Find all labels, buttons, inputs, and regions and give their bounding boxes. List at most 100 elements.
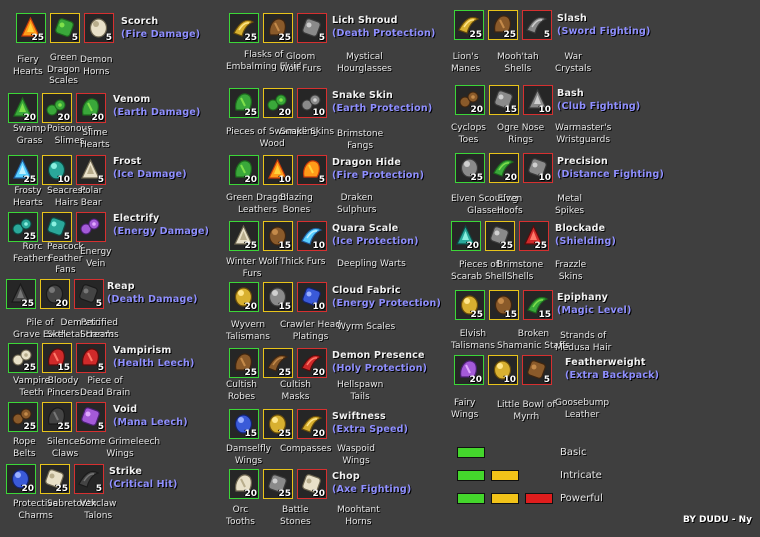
vampire-teeth-slot: 25: [8, 343, 38, 373]
imbuement-title: Electrify: [113, 213, 160, 224]
legend-powerful-bar-3: [525, 493, 553, 504]
item-count: 15: [278, 241, 291, 251]
silencer-claws-slot: 25: [42, 402, 72, 432]
item-count: 25: [57, 422, 70, 432]
moohtah-shells-slot: 25: [488, 10, 518, 40]
imbuement-subtitle: (Fire Protection): [332, 170, 425, 181]
energy-vein-slot: [76, 212, 106, 242]
green-dragon-scales-slot: 5: [50, 13, 80, 43]
imbuement-title: Cloud Fabric: [332, 285, 401, 296]
item-count: 20: [312, 429, 325, 439]
item-name: Goosebump Leather: [555, 398, 610, 420]
item-name: Lion's Manes: [451, 52, 481, 74]
imbuement-title: Precision: [557, 156, 608, 167]
item-name: Swamp Grass: [13, 124, 47, 146]
item-count: 25: [244, 108, 257, 118]
some-grimeleech-wings-slot: 5: [76, 402, 106, 432]
imbuement-title: Epiphany: [557, 292, 609, 303]
item-count: 25: [534, 241, 547, 251]
waspoid-wings-slot: 20: [297, 409, 327, 439]
item-name: Battle Stones: [280, 505, 311, 527]
hellspawn-tails-slot: 20: [297, 348, 327, 378]
item-count: 25: [278, 33, 291, 43]
imbuement-subtitle: (Earth Damage): [113, 107, 201, 118]
imbuement-title: Reap: [107, 281, 135, 292]
imbuement-title: Dragon Hide: [332, 157, 402, 168]
item-count: 20: [312, 368, 325, 378]
item-count: 5: [95, 299, 102, 309]
item-name: Elvish Talismans: [451, 329, 495, 351]
item-name: Warmaster's Wristguards: [555, 123, 612, 145]
item-count: 25: [469, 30, 482, 40]
item-count: 5: [63, 232, 70, 242]
item-name: Brimstone Shells: [497, 260, 544, 282]
item-count: 25: [244, 368, 257, 378]
item-count: 20: [91, 113, 104, 123]
item-count: 10: [57, 175, 70, 185]
item-count: 5: [105, 33, 112, 43]
item-count: 25: [55, 484, 68, 494]
crawler-head-platings-slot: 15: [263, 282, 293, 312]
imbuement-subtitle: (Mana Leech): [113, 417, 188, 428]
item-name: Mystical Hourglasses: [337, 52, 392, 74]
item-count: 10: [278, 175, 291, 185]
imbuement-subtitle: (Holy Protection): [332, 363, 428, 374]
item-count: 25: [31, 33, 44, 43]
imbuement-title: Swiftness: [332, 411, 386, 422]
item-count: 20: [504, 173, 517, 183]
legend-intricate-label: Intricate: [560, 470, 602, 481]
item-name: Frosty Hearts: [13, 186, 43, 208]
item-count: 20: [21, 484, 34, 494]
imbuement-title: Blockade: [555, 223, 606, 234]
imbuement-subtitle: (Distance Fighting): [557, 169, 665, 180]
item-count: 10: [312, 241, 325, 251]
imbuement-subtitle: (Club Fighting): [557, 101, 641, 112]
item-count: 25: [23, 232, 36, 242]
item-count: 25: [23, 363, 36, 373]
cultish-masks-slot: 25: [263, 348, 293, 378]
frazzle-skins-slot: 25: [519, 221, 549, 251]
author-credit: BY DUDU - Ny: [683, 515, 752, 525]
brimstone-shells-slot: 25: [485, 221, 515, 251]
item-count: 5: [543, 375, 550, 385]
imbuement-title: Snake Skin: [332, 90, 394, 101]
imbuement-title: Featherweight: [565, 357, 646, 368]
legend-basic-bar-1: [457, 447, 485, 458]
legend-basic-label: Basic: [560, 447, 587, 458]
item-count: 25: [244, 33, 257, 43]
sabretooth-slot: 25: [40, 464, 70, 494]
vexclaw-talons-slot: 5: [74, 464, 104, 494]
item-name: Snake Skins: [280, 127, 335, 137]
legend-intricate-bar-1: [457, 470, 485, 481]
item-name: Mooh'tah Shells: [497, 52, 539, 74]
item-count: 25: [23, 422, 36, 432]
rorc-feathers-slot: 25: [8, 212, 38, 242]
ogre-nose-rings-slot: 15: [489, 85, 519, 115]
imbuement-title: Bash: [557, 88, 584, 99]
item-count: 20: [23, 113, 36, 123]
battle-stones-slot: 25: [263, 469, 293, 499]
item-name: Vampire Teeth: [13, 376, 50, 398]
item-name: Vexclaw Talons: [80, 499, 117, 521]
imbuement-subtitle: (Extra Backpack): [565, 370, 660, 381]
green-dragon-leathers-slot: 20: [229, 155, 259, 185]
imbuement-subtitle: (Ice Protection): [332, 236, 419, 247]
item-name: Strands of Medusa Hair: [555, 331, 612, 353]
item-name: Hellspawn Tails: [337, 380, 384, 402]
item-name: Some Grimeleech Wings: [80, 437, 161, 459]
imbuement-subtitle: (Energy Damage): [113, 226, 210, 237]
item-count: 5: [97, 175, 104, 185]
snake-skins-slot: 20: [263, 88, 293, 118]
item-count: 5: [318, 33, 325, 43]
item-name: Piece of Dead Brain: [80, 376, 131, 398]
war-crystals-slot: 5: [522, 10, 552, 40]
item-count: 20: [244, 489, 257, 499]
orc-tooths-slot: 20: [229, 469, 259, 499]
item-count: 25: [23, 175, 36, 185]
petrified-screams-slot: 5: [74, 279, 104, 309]
item-count: 25: [470, 310, 483, 320]
energy-vein-icon: [80, 218, 100, 235]
metal-spikes-slot: 10: [523, 153, 553, 183]
winter-wolf-furs-slot: 25: [229, 221, 259, 251]
legend-intricate-bar-2: [491, 470, 519, 481]
